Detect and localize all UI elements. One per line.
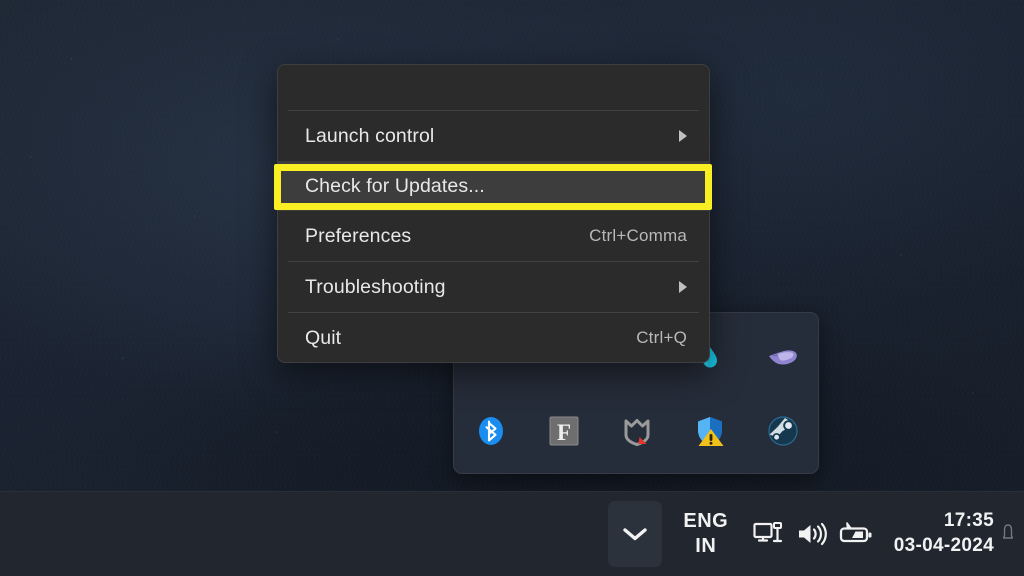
menu-item-label: Launch control (305, 124, 435, 147)
menu-item-check-for-updates[interactable]: Check for Updates... (278, 161, 709, 211)
malwarebytes-icon (624, 419, 649, 446)
screen: F Launch control Check for Updates... Pr… (0, 0, 1024, 576)
steam-icon (767, 416, 798, 446)
menu-item-label: Quit (305, 326, 342, 349)
tray-flyout-row-2: F (454, 395, 820, 467)
taskbar[interactable]: ENG IN 17:35 03-04-2024 (0, 491, 1024, 576)
tray-item-windows-security[interactable] (673, 401, 746, 461)
fontbase-f-icon: F (549, 416, 578, 446)
tray-item-steam[interactable] (746, 401, 819, 461)
battery-button[interactable] (834, 501, 878, 567)
volume-button[interactable] (790, 501, 834, 567)
menu-item-launch-control[interactable]: Launch control (278, 111, 709, 161)
battery-charging-icon (839, 522, 872, 543)
context-menu-header (278, 65, 709, 110)
language-indicator[interactable]: ENG IN (676, 509, 736, 559)
menu-item-quit[interactable]: Quit Ctrl+Q (278, 313, 709, 362)
bluetooth-icon (478, 417, 503, 445)
taskbar-clock[interactable]: 17:35 03-04-2024 (894, 509, 1000, 558)
show-hidden-icons-button[interactable] (607, 501, 662, 567)
menu-item-troubleshooting[interactable]: Troubleshooting (278, 262, 709, 312)
menu-item-label: Preferences (305, 224, 412, 247)
windows-security-shield-icon (697, 417, 723, 446)
menu-item-label: Check for Updates... (305, 174, 485, 197)
taskbar-system-tray: ENG IN 17:35 03-04-2024 (607, 492, 1024, 576)
tray-item-malwarebytes[interactable] (600, 401, 673, 461)
clock-date: 03-04-2024 (893, 535, 994, 556)
language-line-1: ENG (683, 510, 729, 532)
tray-app-context-menu[interactable]: Launch control Check for Updates... Pref… (277, 64, 710, 363)
purple-app-icon (768, 350, 797, 365)
menu-item-label: Troubleshooting (305, 275, 446, 298)
notification-bell-icon (1003, 524, 1013, 539)
network-button[interactable] (746, 501, 790, 567)
language-line-2: IN (695, 535, 717, 557)
volume-icon (798, 522, 827, 546)
menu-item-accelerator: Ctrl+Q (636, 328, 687, 347)
svg-text:F: F (556, 420, 570, 445)
menu-item-preferences[interactable]: Preferences Ctrl+Comma (278, 211, 709, 261)
network-ethernet-icon (753, 522, 782, 543)
clock-time: 17:35 (943, 510, 994, 532)
tray-item-purple-app[interactable] (746, 327, 819, 387)
chevron-right-icon (679, 130, 687, 142)
tray-item-fontbase[interactable]: F (527, 401, 600, 461)
tray-item-bluetooth[interactable] (454, 401, 527, 461)
chevron-right-icon (679, 281, 687, 293)
chevron-down-icon (623, 528, 647, 541)
notification-center-button[interactable] (1000, 501, 1016, 567)
menu-item-accelerator: Ctrl+Comma (589, 226, 687, 245)
